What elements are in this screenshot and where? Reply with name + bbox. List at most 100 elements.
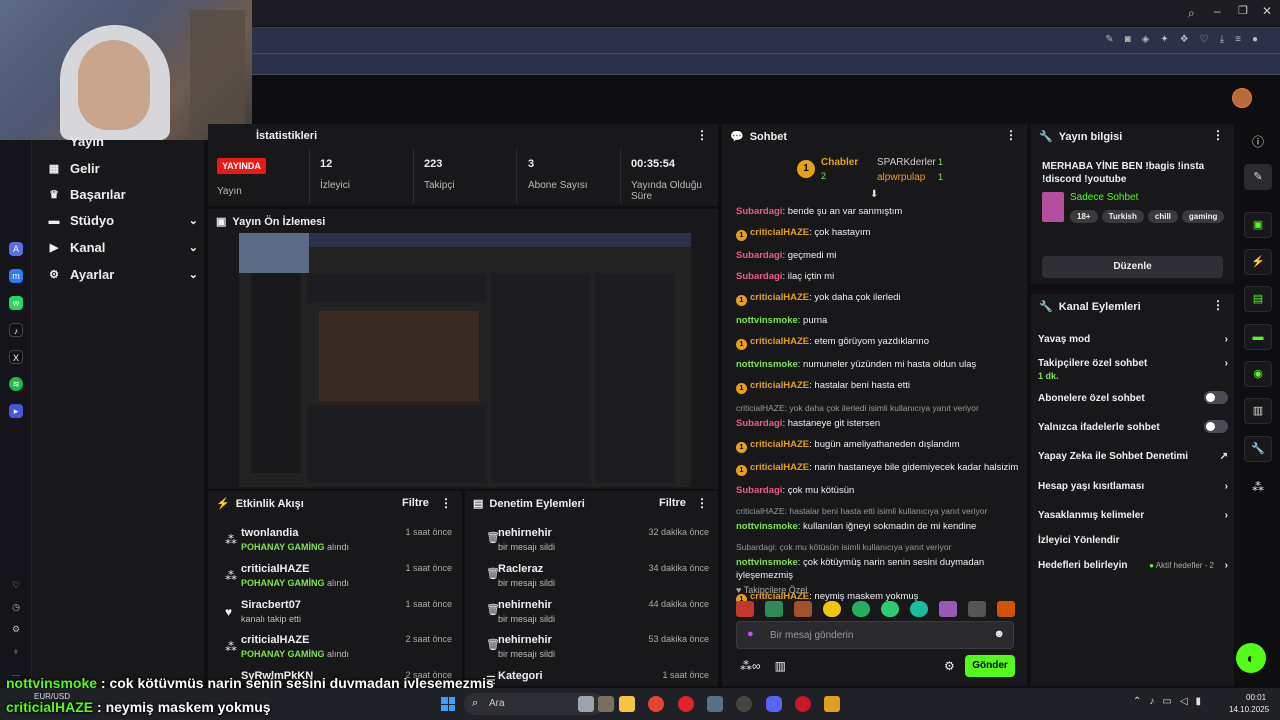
activity-filter-button[interactable]: Filtre (402, 497, 429, 509)
battery-icon[interactable]: ▮ (1196, 696, 1202, 707)
moderation-item[interactable]: 🗑 nehirnehir bir mesajı sildi 44 dakika önc… (486, 599, 709, 624)
download-icon[interactable]: ⤓ (1220, 34, 1224, 45)
chat-message[interactable]: Subardagi: bende şu an var sanmıştım (736, 205, 1026, 218)
chat-username[interactable]: criticialHAZE (750, 292, 809, 303)
chat-message[interactable]: 1 criticialHAZE: hastalar beni hasta etti (736, 379, 1026, 394)
steam-icon[interactable] (707, 696, 723, 712)
emote[interactable] (997, 601, 1015, 617)
banned-words-row[interactable]: Yasaklanmış kelimeler › (1038, 510, 1228, 521)
points-icon[interactable]: ⁂∞ (740, 659, 761, 673)
goals-row[interactable]: Hedefleri belirleyin ● Aktif hedefler - 2… (1038, 560, 1228, 571)
send-button[interactable]: Gönder (965, 655, 1015, 677)
emoji-icon[interactable]: ☻ (993, 628, 1005, 640)
chat-tool-button[interactable]: ▬ (1244, 324, 1272, 350)
account-age-row[interactable]: Hesap yaşı kısıtlaması › (1038, 481, 1228, 492)
edit-button[interactable]: Düzenle (1042, 256, 1223, 278)
edit-tool-button[interactable]: ✎ (1244, 164, 1272, 190)
bolt-tool-button[interactable]: ⚡ (1244, 249, 1272, 275)
chat-username[interactable]: criticialHAZE (750, 380, 809, 391)
followers-only-row[interactable]: Takipçilere özel sohbet 1 dk. › (1038, 358, 1228, 381)
emote[interactable] (794, 601, 812, 617)
messenger-icon[interactable]: m (9, 269, 23, 283)
chat-message[interactable]: 1 criticialHAZE: çok hastayım (736, 226, 1026, 241)
aria-icon[interactable]: A (9, 242, 23, 256)
notes-tool-button[interactable]: ▤ (1244, 286, 1272, 312)
chat-username[interactable]: nottvinsmoke (736, 359, 798, 370)
chat-username[interactable]: Subardagi (736, 250, 782, 261)
chat-input[interactable]: ● Bir mesaj gönderin ☻ (736, 621, 1014, 649)
nav-item-ayarlar[interactable]: ⚙ Ayarlar ⌄ (48, 267, 198, 282)
user-avatar[interactable] (1232, 88, 1252, 108)
search-icon[interactable]: ⌕ (1188, 6, 1195, 21)
activity-item[interactable]: ⁂ criticialHAZE POHANAY GAMİNG alındı 1 saa… (225, 563, 452, 588)
emote[interactable] (910, 601, 928, 617)
moderation-item[interactable]: 🗑 nehirnehir bir mesajı sildi 53 dakika önc… (486, 634, 709, 659)
profile-icon[interactable]: ● (1252, 34, 1258, 45)
extension-icon[interactable]: ✦ (1160, 34, 1168, 45)
category-name[interactable]: Sadece Sohbet (1070, 192, 1138, 203)
emote[interactable] (736, 601, 754, 617)
emote[interactable] (765, 601, 783, 617)
tag[interactable]: Turkish (1101, 210, 1144, 223)
network-icon[interactable]: ▭ (1162, 696, 1171, 707)
slow-mode-row[interactable]: Yavaş mod › (1038, 334, 1228, 345)
chat-username[interactable]: nottvinsmoke (736, 315, 798, 326)
camera-icon[interactable]: ◙ (1125, 34, 1131, 45)
moderation-item[interactable]: ☰ Kategori 1 saat önce (486, 670, 709, 687)
chat-username[interactable]: nottvinsmoke (736, 521, 798, 532)
clock-date[interactable]: 14.10.2025 (1229, 705, 1269, 714)
chat-username[interactable]: Subardagi (736, 206, 782, 217)
activity-item[interactable]: ⁂ twonlandia POHANAY GAMİNG alındı 1 saat ö… (225, 527, 452, 552)
chat-message[interactable]: criticialHAZE: hastalar beni hasta etti … (736, 505, 1026, 533)
bulb-icon[interactable]: ♁ (9, 644, 23, 658)
emote[interactable] (968, 601, 986, 617)
activity-item[interactable]: ⁂ criticialHAZE POHANAY GAMİNG alındı 2 saa… (225, 634, 452, 659)
subs-only-toggle[interactable] (1204, 391, 1228, 404)
emote[interactable] (939, 601, 957, 617)
maximize-icon[interactable]: ❐ (1238, 4, 1248, 17)
chat-username[interactable]: Subardagi (736, 271, 782, 282)
moderation-item[interactable]: 🗑 Racleraz bir mesajı sildi 34 dakika önce (486, 563, 709, 588)
chat-username[interactable]: criticialHAZE (750, 439, 809, 450)
chat-message[interactable]: Subardagi: geçmedi mi (736, 249, 1026, 262)
more-options-icon[interactable]: ⋮ (696, 496, 708, 510)
chat-username[interactable]: criticialHAZE (750, 227, 809, 238)
subs-only-row[interactable]: Abonelere özel sohbet (1038, 391, 1228, 404)
explorer-icon[interactable] (578, 696, 594, 712)
tag[interactable]: 18+ (1070, 210, 1098, 223)
edit-icon[interactable]: ✎ (1105, 34, 1113, 45)
clock-time[interactable]: 00:01 (1246, 693, 1266, 702)
nav-item-studyo[interactable]: ▬ Stüdyo ⌄ (48, 213, 199, 228)
mic-icon[interactable]: ● (747, 628, 754, 640)
player-icon[interactable]: ▸ (9, 404, 23, 418)
moderation-filter-button[interactable]: Filtre (659, 497, 686, 509)
spotify-icon[interactable]: ≋ (9, 377, 23, 391)
ai-moderation-row[interactable]: Yapay Zeka ile Sohbet Denetimi ↗ (1038, 451, 1228, 462)
support-button[interactable]: ◐ (1236, 643, 1266, 673)
volume-icon[interactable]: ◁ (1180, 696, 1188, 707)
nav-item-gelir[interactable]: ▦ Gelir (48, 161, 198, 176)
wrench-tool-button[interactable]: 🔧 (1244, 436, 1272, 462)
emotes-only-row[interactable]: Yalnızca ifadelerle sohbet (1038, 420, 1228, 433)
more-options-icon[interactable]: ⋮ (1212, 128, 1224, 142)
opera-icon[interactable] (678, 696, 694, 712)
obs-icon[interactable] (736, 696, 752, 712)
opera-gx-icon[interactable] (795, 696, 811, 712)
chat-settings-icon[interactable]: ⚙ (944, 659, 955, 673)
activity-item[interactable]: ♥ Siracbert07 kanalı takip etti 1 saat önce (225, 599, 452, 624)
tiktok-icon[interactable]: ♪ (9, 323, 23, 337)
shield-icon[interactable]: ◈ (1142, 34, 1150, 45)
chat-message[interactable]: Subardagi: ilaç içtin mi (736, 270, 1026, 283)
chat-username[interactable]: nottvinsmoke (736, 557, 798, 568)
heart-icon[interactable]: ♡ (9, 578, 23, 592)
chat-username[interactable]: criticialHAZE (750, 462, 809, 473)
minimize-icon[interactable]: – (1214, 4, 1221, 18)
chrome-icon[interactable] (648, 696, 664, 712)
moderation-item[interactable]: 🗑 nehirnehir bir mesajı sildi 32 dakika önc… (486, 527, 709, 552)
address-bar[interactable]: ✎ ◙ ◈ ✦ ❖ ♡ ⤓ ≡ ● (252, 27, 1280, 53)
more-options-icon[interactable]: ⋮ (1212, 298, 1224, 312)
app-icon[interactable] (598, 696, 614, 712)
nav-item-basarilar[interactable]: ♛ Başarılar (48, 187, 198, 202)
emotes-only-toggle[interactable] (1204, 420, 1228, 433)
mic-icon[interactable]: ♪ (1149, 696, 1154, 707)
